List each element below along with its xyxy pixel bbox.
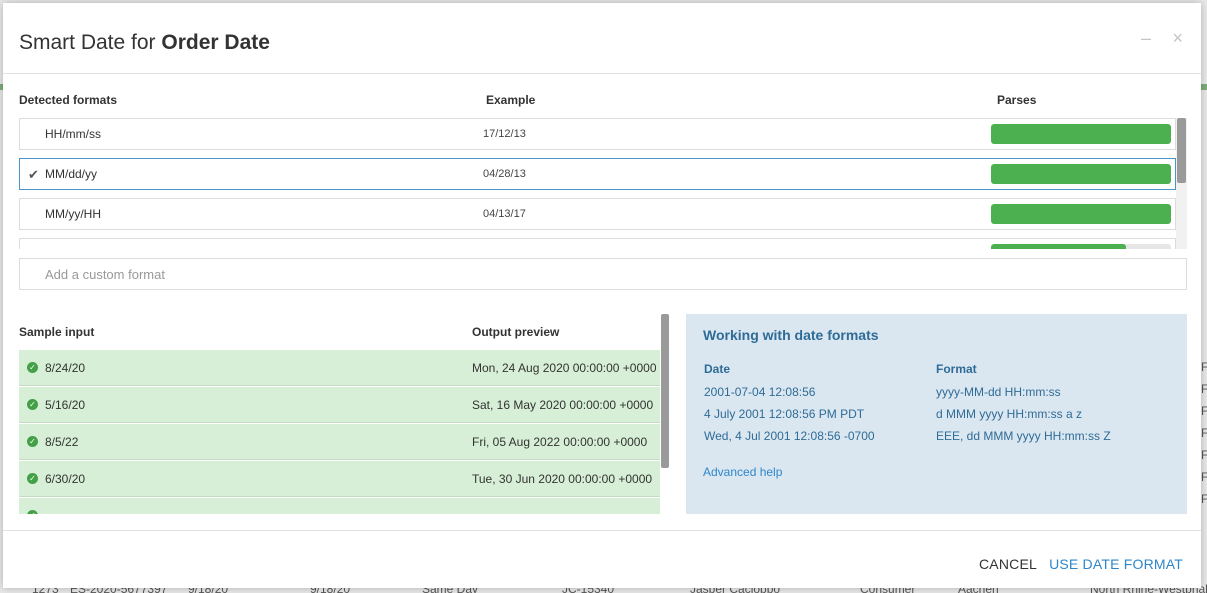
format-label: HH/mm/ss: [45, 127, 101, 141]
close-icon[interactable]: ×: [1172, 29, 1183, 47]
success-circle-icon: ✓: [27, 399, 38, 410]
dialog-footer: CANCEL USE DATE FORMAT: [3, 530, 1201, 588]
format-example: 04/13/17: [483, 208, 526, 220]
parses-bar-fill: [991, 164, 1171, 184]
sample-row: ✓ 6/30/20 Tue, 30 Jun 2020 00:00:00 +000…: [19, 461, 660, 497]
format-row-hhmmss[interactable]: HH/mm/ss 17/12/13: [19, 118, 1176, 150]
parses-bar-fill: [991, 244, 1126, 249]
advanced-help-link[interactable]: Advanced help: [703, 465, 782, 479]
help-title: Working with date formats: [703, 327, 879, 343]
sample-input-value: 8/5/22: [45, 435, 79, 449]
help-format-header: Format: [936, 362, 977, 376]
parses-bar-fill: [991, 204, 1171, 224]
custom-format-input[interactable]: [19, 258, 1187, 290]
dialog-title-prefix: Smart Date for: [19, 31, 162, 54]
output-preview-value: Mon, 24 Aug 2020 00:00:00 +0000: [472, 361, 657, 375]
parses-bar: [991, 244, 1171, 249]
date-format-help-panel: Working with date formats Date Format 20…: [686, 314, 1187, 514]
cancel-button[interactable]: CANCEL: [979, 556, 1037, 572]
formats-list: HH/mm/ss 17/12/13 ✔ MM/dd/yy 04/28/13 MM…: [19, 118, 1187, 249]
sample-row: ✓ 5/16/20 Sat, 16 May 2020 00:00:00 +000…: [19, 387, 660, 423]
formats-scrollbar-track[interactable]: [1176, 118, 1187, 249]
smart-date-dialog: Smart Date for Order Date – × Detected f…: [3, 3, 1201, 588]
help-date-example: 4 July 2001 12:08:56 PM PDT: [704, 407, 865, 421]
success-circle-icon: ✓: [27, 436, 38, 447]
samples-scrollbar-thumb[interactable]: [661, 314, 669, 468]
sample-row: ✓ 8/5/22 Fri, 05 Aug 2022 00:00:00 +0000: [19, 424, 660, 460]
format-label: MM/yy/HH: [45, 207, 101, 221]
sample-input-value: 6/30/20: [45, 472, 86, 486]
help-date-header: Date: [704, 362, 731, 376]
sample-row: ✓ 8/24/20 Mon, 24 Aug 2020 00:00:00 +000…: [19, 350, 660, 386]
success-circle-icon: ✓: [27, 362, 38, 373]
format-label: MM/dd/yy: [45, 167, 98, 181]
format-row-mmddyy[interactable]: ✔ MM/dd/yy 04/28/13: [19, 158, 1176, 190]
samples-list: ✓ 8/24/20 Mon, 24 Aug 2020 00:00:00 +000…: [19, 350, 670, 514]
sample-input-header: Sample input: [19, 325, 95, 339]
parses-header: Parses: [997, 93, 1037, 107]
dialog-title-field: Order Date: [161, 31, 270, 54]
help-date-example: Wed, 4 Jul 2001 12:08:56 -0700: [704, 429, 875, 443]
detected-formats-header: Detected formats: [19, 93, 118, 107]
success-circle-icon: ✓: [27, 510, 38, 514]
help-format-example: yyyy-MM-dd HH:mm:ss: [936, 385, 1061, 399]
help-format-example: EEE, dd MMM yyyy HH:mm:ss Z: [936, 429, 1111, 443]
formats-scrollbar-thumb[interactable]: [1177, 118, 1186, 183]
example-header: Example: [486, 93, 536, 107]
output-preview-value: Tue, 30 Jun 2020 00:00:00 +0000: [472, 472, 653, 486]
help-format-example: d MMM yyyy HH:mm:ss a z: [936, 407, 1082, 421]
parses-bar-fill: [991, 124, 1171, 144]
format-example: 17/12/13: [483, 128, 526, 140]
output-preview-header: Output preview: [472, 325, 560, 339]
parses-bar: [991, 124, 1171, 144]
help-date-example: 2001-07-04 12:08:56: [704, 385, 816, 399]
sample-row: ✓: [19, 498, 660, 514]
format-row-mmyyhh[interactable]: MM/yy/HH 04/13/17: [19, 198, 1176, 230]
parses-bar: [991, 204, 1171, 224]
format-example: 04/28/13: [483, 168, 526, 180]
output-preview-value: Sat, 16 May 2020 00:00:00 +0000: [472, 398, 654, 412]
sample-input-value: 8/24/20: [45, 361, 86, 375]
dialog-header: Smart Date for Order Date – ×: [3, 3, 1201, 74]
success-circle-icon: ✓: [27, 473, 38, 484]
minimize-icon[interactable]: –: [1141, 29, 1151, 47]
sample-input-value: 5/16/20: [45, 398, 86, 412]
parses-bar: [991, 164, 1171, 184]
check-icon: ✔: [28, 167, 39, 182]
dialog-title: Smart Date for Order Date: [19, 31, 270, 55]
use-date-format-button[interactable]: USE DATE FORMAT: [1049, 556, 1183, 572]
output-preview-value: Fri, 05 Aug 2022 00:00:00 +0000: [472, 435, 648, 449]
format-row-partial[interactable]: [19, 238, 1176, 249]
